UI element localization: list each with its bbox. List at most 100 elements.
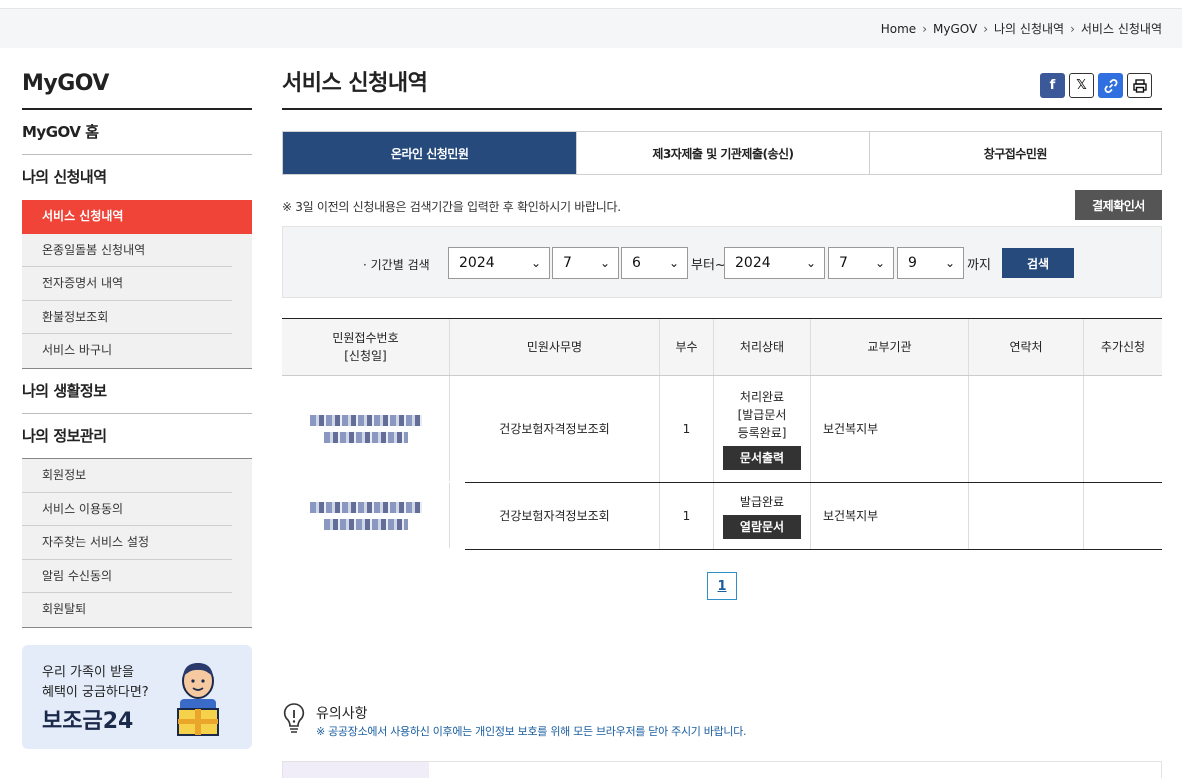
to-suffix: 까지 xyxy=(967,258,991,273)
facebook-icon[interactable]: f xyxy=(1040,73,1065,98)
receipt-number-redacted xyxy=(282,376,449,482)
subsidy24-banner[interactable]: 우리 가족이 받을 혜택이 궁금하다면? 보조금24 xyxy=(22,645,252,749)
breadcrumb: Home › MyGOV › 나의 신청내역 › 서비스 신청내역 xyxy=(881,20,1162,37)
receipt-number-redacted xyxy=(282,483,449,549)
extra-request xyxy=(1083,376,1162,482)
table-row: 건강보험자격정보조회 1 처리완료 [발급문서 등록완료] 문서출력 보건복지부 xyxy=(282,376,1162,483)
sidebar-item-all-day-care[interactable]: 온종일돌봄 신청내역 xyxy=(22,234,232,268)
from-month-value: 7 xyxy=(563,255,572,271)
banner-brand: 보조금24 xyxy=(42,709,134,734)
chevron-down-icon: ⌄ xyxy=(599,256,610,270)
to-year-select[interactable]: 2024 ⌄ xyxy=(724,247,825,279)
sidebar-item-favorite-services[interactable]: 자주찾는 서비스 설정 xyxy=(22,526,232,560)
breadcrumb-current[interactable]: 서비스 신청내역 xyxy=(1081,20,1162,37)
payment-receipt-button[interactable]: 결제확인서 xyxy=(1075,190,1162,220)
sidebar-item-e-certificates[interactable]: 전자증명서 내역 xyxy=(22,267,232,301)
sidebar-item-notification-consent[interactable]: 알림 수신동의 xyxy=(22,560,232,594)
tab-counter-applications[interactable]: 창구접수민원 xyxy=(868,132,1161,174)
main-content: 서비스 신청내역 f 𝕏 온라인 신청민원 제3자제출 및 기관제출(송신) 창… xyxy=(282,66,1162,778)
table-header: 민원접수번호 [신청일] 민원사무명 부수 처리상태 교부기관 연락처 추가신청 xyxy=(282,318,1162,376)
redacted-text xyxy=(323,519,408,530)
sidebar-title: MyGOV xyxy=(22,66,252,110)
redacted-text xyxy=(309,415,422,426)
top-bar: Home › MyGOV › 나의 신청내역 › 서비스 신청내역 xyxy=(0,8,1182,48)
status-cell: 발급완료 열람문서 xyxy=(713,483,810,549)
page-title: 서비스 신청내역 xyxy=(282,66,1162,110)
header-service-name: 민원사무명 xyxy=(449,319,659,375)
chevron-down-icon: ⌄ xyxy=(805,256,816,270)
bottom-info-box xyxy=(282,761,1162,778)
header-agency: 교부기관 xyxy=(810,319,968,375)
sidebar-section-my-applications[interactable]: 나의 신청내역 xyxy=(22,155,252,200)
view-document-button[interactable]: 열람문서 xyxy=(723,515,801,539)
person-holding-gift-icon xyxy=(177,663,219,736)
tab-third-party-submission[interactable]: 제3자제출 및 기관제출(송신) xyxy=(576,132,868,174)
sidebar-item-service-applications[interactable]: 서비스 신청내역 xyxy=(22,200,252,234)
sidebar-item-member-info[interactable]: 회원정보 xyxy=(22,459,232,493)
banner-line-2: 혜택이 궁금하다면? xyxy=(42,685,149,700)
from-year-value: 2024 xyxy=(459,255,495,271)
bottom-info-label-area xyxy=(283,762,429,778)
sidebar-submenu-applications: 서비스 신청내역 온종일돌봄 신청내역 전자증명서 내역 환불정보조회 서비스 … xyxy=(22,200,252,369)
caution-title: 유의사항 xyxy=(316,706,368,722)
redacted-text xyxy=(309,502,422,513)
agency: 보건복지부 xyxy=(810,376,968,482)
status-text: 등록완료] xyxy=(737,426,787,440)
sidebar-item-service-consent[interactable]: 서비스 이용동의 xyxy=(22,493,232,527)
from-month-select[interactable]: 7 ⌄ xyxy=(552,247,619,279)
share-toolbar: f 𝕏 xyxy=(1040,73,1152,98)
tab-online-applications[interactable]: 온라인 신청민원 xyxy=(283,132,577,174)
chevron-right-icon: › xyxy=(1070,21,1075,36)
print-document-button[interactable]: 문서출력 xyxy=(723,446,801,470)
copies: 1 xyxy=(659,483,713,549)
lightbulb-icon xyxy=(283,703,305,733)
header-copies: 부수 xyxy=(659,319,713,375)
application-tabs: 온라인 신청민원 제3자제출 및 기관제출(송신) 창구접수민원 xyxy=(282,131,1162,175)
copies: 1 xyxy=(659,376,713,482)
sidebar-section-life-info[interactable]: 나의 생활정보 xyxy=(22,369,252,414)
header-contact: 연락처 xyxy=(968,319,1083,375)
to-month-value: 7 xyxy=(839,255,848,271)
sidebar-item-service-basket[interactable]: 서비스 바구니 xyxy=(22,334,232,368)
breadcrumb-my-applications[interactable]: 나의 신청내역 xyxy=(994,20,1064,37)
print-icon[interactable] xyxy=(1127,73,1152,98)
chevron-down-icon: ⌄ xyxy=(944,256,955,270)
row-divider-gap xyxy=(282,548,465,550)
sidebar: MyGOV MyGOV 홈 나의 신청내역 서비스 신청내역 온종일돌봄 신청내… xyxy=(22,66,252,628)
breadcrumb-mygov[interactable]: MyGOV xyxy=(933,22,977,36)
to-day-select[interactable]: 9 ⌄ xyxy=(897,247,964,279)
caution-description: ※ 공공장소에서 사용하신 이후에는 개인정보 보호를 위해 모든 브라우저를 … xyxy=(316,725,747,738)
applications-table: 민원접수번호 [신청일] 민원사무명 부수 처리상태 교부기관 연락처 추가신청… xyxy=(282,318,1162,550)
to-month-select[interactable]: 7 ⌄ xyxy=(828,247,894,279)
sidebar-item-mygov-home[interactable]: MyGOV 홈 xyxy=(22,110,252,155)
link-icon[interactable] xyxy=(1098,73,1123,98)
sidebar-item-refund-info[interactable]: 환불정보조회 xyxy=(22,301,232,335)
x-icon[interactable]: 𝕏 xyxy=(1069,73,1094,98)
pagination-page-1[interactable]: 1 xyxy=(707,572,737,600)
to-day-value: 9 xyxy=(908,255,917,271)
status-text: [발급문서 xyxy=(737,408,787,422)
search-button[interactable]: 검색 xyxy=(1002,248,1074,278)
table-row: 건강보험자격정보조회 1 발급완료 열람문서 보건복지부 xyxy=(282,483,1162,550)
period-notice: ※ 3일 이전의 신청내용은 검색기간을 입력한 후 확인하시기 바랍니다. xyxy=(282,200,621,214)
header-receipt-number: 민원접수번호 [신청일] xyxy=(332,331,399,363)
sidebar-section-info-management[interactable]: 나의 정보관리 xyxy=(22,414,252,459)
service-name: 건강보험자격정보조회 xyxy=(449,483,659,549)
from-day-value: 6 xyxy=(632,255,641,271)
breadcrumb-home[interactable]: Home xyxy=(881,22,916,36)
from-day-select[interactable]: 6 ⌄ xyxy=(621,247,688,279)
chevron-down-icon: ⌄ xyxy=(874,256,885,270)
redacted-text xyxy=(323,432,408,443)
status-cell: 처리완료 [발급문서 등록완료] 문서출력 xyxy=(713,376,810,482)
sidebar-item-withdraw[interactable]: 회원탈퇴 xyxy=(22,593,232,627)
chevron-down-icon: ⌄ xyxy=(530,256,541,270)
from-year-select[interactable]: 2024 ⌄ xyxy=(448,247,550,279)
contact xyxy=(968,376,1083,482)
service-name: 건강보험자격정보조회 xyxy=(449,376,659,482)
chevron-right-icon: › xyxy=(922,21,927,36)
period-search-box: · 기간별 검색 2024 ⌄ 7 ⌄ 6 ⌄ 부터~ 2024 ⌄ 7 ⌄ 9 ⌄ 까지 … xyxy=(282,226,1162,298)
period-search-label: · 기간별 검색 xyxy=(363,258,430,272)
header-extra-request: 추가신청 xyxy=(1083,319,1162,375)
chevron-down-icon: ⌄ xyxy=(668,256,679,270)
extra-request xyxy=(1083,483,1162,549)
